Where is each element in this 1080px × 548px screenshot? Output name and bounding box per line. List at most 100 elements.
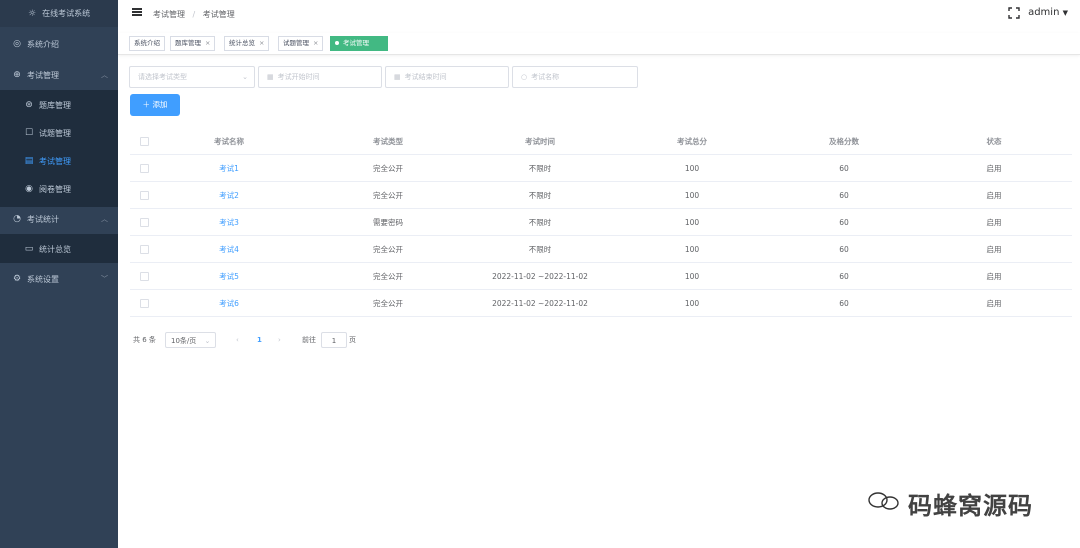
table-row[interactable]: 考试1 完全公开 不限时 100 60 启用 [130, 155, 1072, 182]
chevron-up-icon: ︿ [101, 71, 108, 79]
sidebar-item-exams[interactable]: ▤ 考试管理 [0, 147, 118, 175]
sidebar-item-grading[interactable]: ◉ 阅卷管理 [0, 175, 118, 203]
table-row[interactable]: 考试6 完全公开 2022-11-02 ~2022-11-02 100 60 启用 [130, 290, 1072, 317]
next-page-icon[interactable]: › [278, 332, 281, 348]
table-cell: 启用 [986, 191, 1002, 200]
input-placeholder: 考试开始时间 [277, 73, 320, 81]
exam-name-link[interactable]: 考试3 [170, 209, 288, 236]
sidebar-item-exam-management[interactable]: ⊕ 考试管理 ︿ [0, 61, 118, 89]
table-row[interactable]: 考试3 需要密码 不限时 100 60 启用 [130, 209, 1072, 236]
goto-page-input[interactable]: 1 [321, 332, 347, 348]
sidebar-item-label: 系统介绍 [27, 39, 59, 49]
app-logo: ☼ 在线考试系统 [0, 0, 118, 27]
table-cell: 完全公开 [373, 191, 403, 200]
table-cell: 完全公开 [373, 245, 403, 254]
column-header[interactable]: 考试名称 [170, 128, 288, 155]
table-cell: 完全公开 [373, 299, 403, 308]
row-checkbox[interactable] [140, 299, 149, 308]
tag-label: 考试管理 [343, 39, 369, 47]
sidebar-item-intro[interactable]: ◎ 系统介绍 [0, 30, 118, 58]
table-cell: 启用 [986, 299, 1002, 308]
close-icon[interactable]: × [205, 39, 210, 47]
sidebar-item-question-bank[interactable]: ⊛ 题库管理 [0, 91, 118, 119]
page-number-current[interactable]: 1 [257, 332, 262, 348]
table-cell: 100 [684, 218, 700, 227]
column-header[interactable]: 考试类型 [320, 128, 456, 155]
table-cell: 2022-11-02 ~2022-11-02 [492, 299, 588, 308]
fullscreen-icon[interactable] [1008, 7, 1020, 19]
close-icon[interactable]: × [313, 39, 318, 47]
exam-name-link[interactable]: 考试6 [170, 290, 288, 317]
end-time-picker[interactable]: ▦ 考试结束时间 [385, 66, 509, 88]
edit-icon: ☐ [24, 128, 34, 138]
tag-question-bank[interactable]: 题库管理 × [170, 36, 216, 51]
sidebar-item-exam-stats[interactable]: ◔ 考试统计 ︿ [0, 205, 118, 233]
table-cell: 启用 [986, 164, 1002, 173]
exam-name-input[interactable]: ○ 考试名称 [512, 66, 638, 88]
sidebar-item-stats-overview[interactable]: ▭ 统计总览 [0, 235, 118, 263]
pie-icon: ◔ [13, 214, 21, 224]
sidebar-item-label: 试题管理 [39, 128, 71, 138]
exam-type-select[interactable]: 请选择考试类型 ⌄ [129, 66, 255, 88]
user-menu[interactable]: admin ▼ [1028, 7, 1068, 18]
app-title: 在线考试系统 [42, 9, 91, 18]
sidebar-item-label: 考试管理 [39, 156, 71, 166]
page-unit-label: 页 [349, 336, 356, 344]
table-cell: 60 [839, 191, 849, 200]
select-all-checkbox[interactable] [140, 137, 149, 146]
tag-questions[interactable]: 试题管理 × [278, 36, 324, 51]
row-checkbox[interactable] [140, 218, 149, 227]
column-header[interactable]: 及格分数 [770, 128, 918, 155]
table-row[interactable]: 考试5 完全公开 2022-11-02 ~2022-11-02 100 60 启用 [130, 263, 1072, 290]
tag-exams-active[interactable]: 考试管理 [330, 36, 388, 51]
column-header[interactable]: 状态 [920, 128, 1068, 155]
sidebar-item-label: 考试管理 [27, 70, 59, 80]
table-cell: 60 [839, 245, 849, 254]
chevron-up-icon: ︿ [101, 215, 108, 223]
search-icon: ○ [521, 73, 528, 81]
sidebar-item-questions[interactable]: ☐ 试题管理 [0, 119, 118, 147]
table-cell: 完全公开 [373, 272, 403, 281]
calendar-icon: ▦ [267, 73, 274, 81]
table-cell: 60 [839, 218, 849, 227]
tag-stats-overview[interactable]: 统计总览 × [224, 36, 270, 51]
chevron-down-icon: ⌄ [204, 337, 211, 345]
close-icon[interactable]: × [259, 39, 264, 47]
globe-icon: ⊕ [13, 70, 21, 80]
breadcrumb-item[interactable]: 考试管理 [153, 10, 185, 19]
row-checkbox[interactable] [140, 191, 149, 200]
caret-down-icon: ▼ [1062, 9, 1068, 17]
eye-icon: ◉ [25, 184, 33, 194]
table-cell: 不限时 [528, 191, 552, 200]
exam-name-link[interactable]: 考试4 [170, 236, 288, 263]
doc-icon: ▤ [24, 156, 34, 166]
exam-name-link[interactable]: 考试5 [170, 263, 288, 290]
breadcrumb-separator: / [192, 10, 196, 19]
sidebar-item-settings[interactable]: ⚙ 系统设置 ﹀ [0, 265, 118, 293]
wechat-icon [868, 492, 899, 510]
table-cell: 2022-11-02 ~2022-11-02 [492, 272, 588, 281]
add-button-label: 添加 [152, 100, 168, 109]
exam-name-link[interactable]: 考试1 [170, 155, 288, 182]
exam-name-link[interactable]: 考试2 [170, 182, 288, 209]
row-checkbox[interactable] [140, 272, 149, 281]
chevron-down-icon: ⌄ [242, 73, 248, 81]
add-button[interactable]: ＋ 添加 [130, 94, 180, 116]
row-checkbox[interactable] [140, 164, 149, 173]
table-row[interactable]: 考试4 完全公开 不限时 100 60 启用 [130, 236, 1072, 263]
logo-icon: ☼ [28, 8, 37, 19]
start-time-picker[interactable]: ▦ 考试开始时间 [258, 66, 382, 88]
column-header[interactable]: 考试总分 [620, 128, 764, 155]
sidebar-item-label: 系统设置 [27, 274, 59, 284]
breadcrumb-item-current: 考试管理 [202, 10, 235, 19]
table-cell: 100 [684, 164, 700, 173]
row-checkbox[interactable] [140, 245, 149, 254]
hamburger-icon[interactable] [132, 8, 142, 16]
page-size-select[interactable]: 10条/页 ⌄ [165, 332, 217, 348]
tag-label: 试题管理 [283, 39, 309, 47]
tag-intro[interactable]: 系统介绍 [129, 36, 165, 51]
column-header[interactable]: 考试时间 [460, 128, 620, 155]
filter-bar: 请选择考试类型 ⌄ ▦ 考试开始时间 ▦ 考试结束时间 ○ 考试名称 [118, 66, 1080, 90]
table-row[interactable]: 考试2 完全公开 不限时 100 60 启用 [130, 182, 1072, 209]
prev-page-icon[interactable]: ‹ [236, 332, 239, 348]
